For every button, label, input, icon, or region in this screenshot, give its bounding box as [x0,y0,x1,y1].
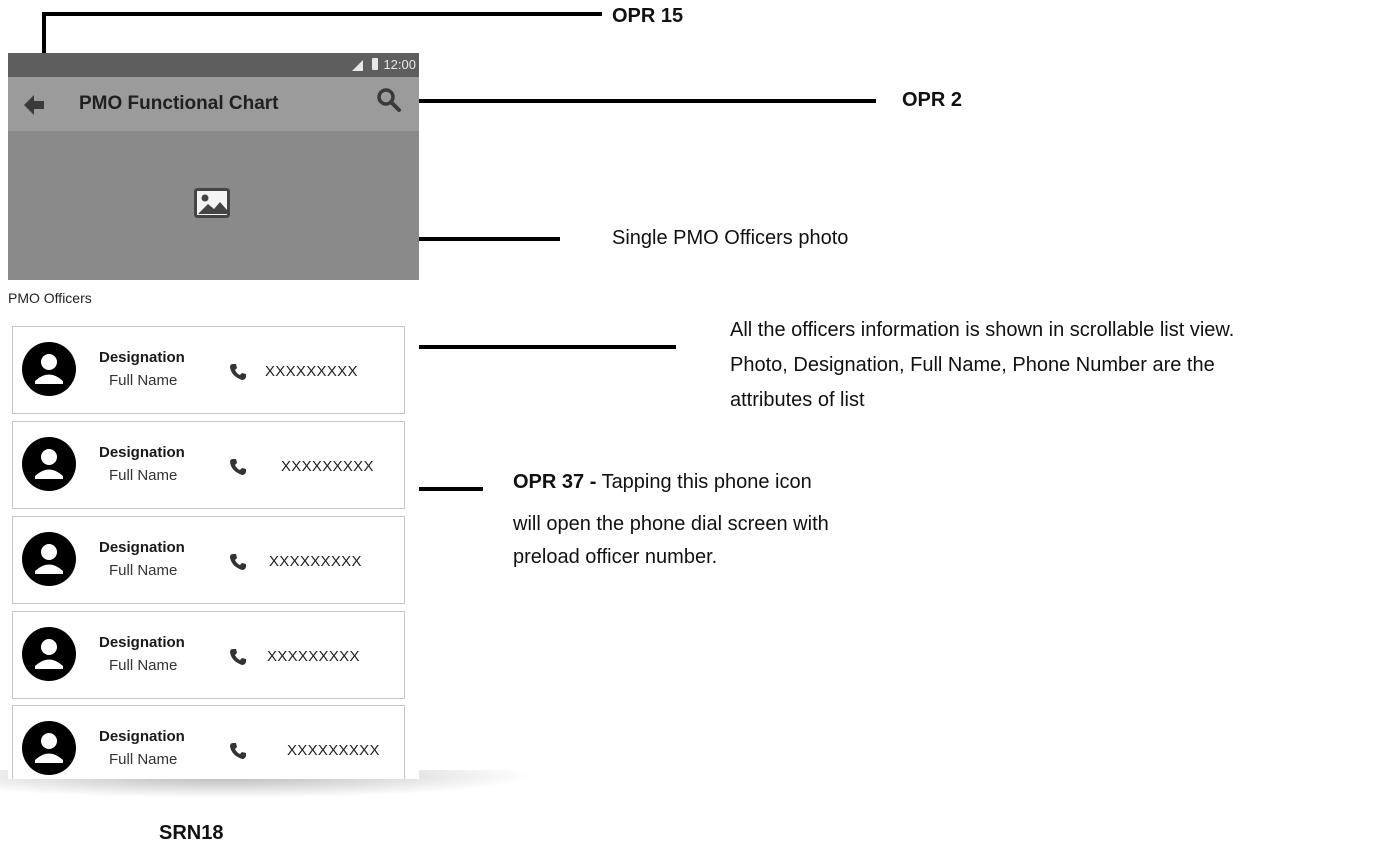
officer-designation: Designation [99,634,185,651]
page-title: PMO Functional Chart [79,93,279,114]
opr2-label: OPR 2 [902,89,963,111]
search-icon[interactable] [376,87,402,113]
phone-screen: 12:00 PMO Functional Chart PMO Officers … [8,53,419,779]
officer-phone-number: XXXXXXXXX [265,363,358,380]
officer-phone-number: XXXXXXXXX [267,648,360,665]
app-bar: PMO Functional Chart [8,77,419,131]
officer-list-item[interactable]: Designation Full Name XXXXXXXXX [12,326,405,414]
officer-phone-number: XXXXXXXXX [281,458,374,475]
avatar-icon [22,721,76,775]
officer-full-name: Full Name [109,657,178,674]
battery-icon [372,58,378,70]
phone-icon[interactable] [229,458,247,476]
signal-icon [352,60,363,71]
list-note-3: attributes of list [730,389,865,411]
arrow-back-icon[interactable] [21,92,47,118]
officer-list-item[interactable]: Designation Full Name XXXXXXXXX [12,421,405,509]
opr37-note-line-3: preload officer number. [513,546,718,568]
avatar-icon [22,342,76,396]
list-note-2: Photo, Designation, Full Name, Phone Num… [730,354,1215,376]
officer-list-item[interactable]: Designation Full Name XXXXXXXXX [12,611,405,699]
image-icon [194,188,230,218]
officer-phone-number: XXXXXXXXX [269,553,362,570]
officer-list-item[interactable]: Designation Full Name XXXXXXXXX [12,705,405,779]
opr15-connector-horizontal [42,12,602,16]
officers-photo-banner [8,131,419,280]
photo-note: Single PMO Officers photo [612,227,849,249]
opr37-label: OPR 37 - [513,471,597,493]
officer-designation: Designation [99,728,185,745]
officer-designation: Designation [99,444,185,461]
opr37-note-line-2: will open the phone dial screen with [513,513,829,535]
status-bar: 12:00 [8,53,419,77]
officer-list-item[interactable]: Designation Full Name XXXXXXXXX [12,516,405,604]
status-time: 12:00 [383,57,416,72]
avatar-icon [22,532,76,586]
phone-icon[interactable] [229,648,247,666]
officer-phone-number: XXXXXXXXX [287,742,380,759]
officer-designation: Designation [99,349,185,366]
avatar-icon [22,437,76,491]
opr2-connector [398,99,876,103]
officer-designation: Designation [99,539,185,556]
opr37-note-line-1: OPR 37 - Tapping this phone icon [513,466,812,498]
officer-full-name: Full Name [109,372,178,389]
officer-full-name: Full Name [109,562,178,579]
screen-id: SRN18 [159,822,224,844]
phone-icon[interactable] [229,742,247,760]
avatar-icon [22,627,76,681]
officer-full-name: Full Name [109,751,178,768]
opr37-text-1: Tapping this phone icon [601,471,812,493]
opr15-label: OPR 15 [612,5,684,27]
section-label: PMO Officers [8,290,92,306]
phone-icon[interactable] [229,363,247,381]
list-note-1: All the officers information is shown in… [730,319,1235,341]
officer-full-name: Full Name [109,467,178,484]
phone-icon[interactable] [229,553,247,571]
